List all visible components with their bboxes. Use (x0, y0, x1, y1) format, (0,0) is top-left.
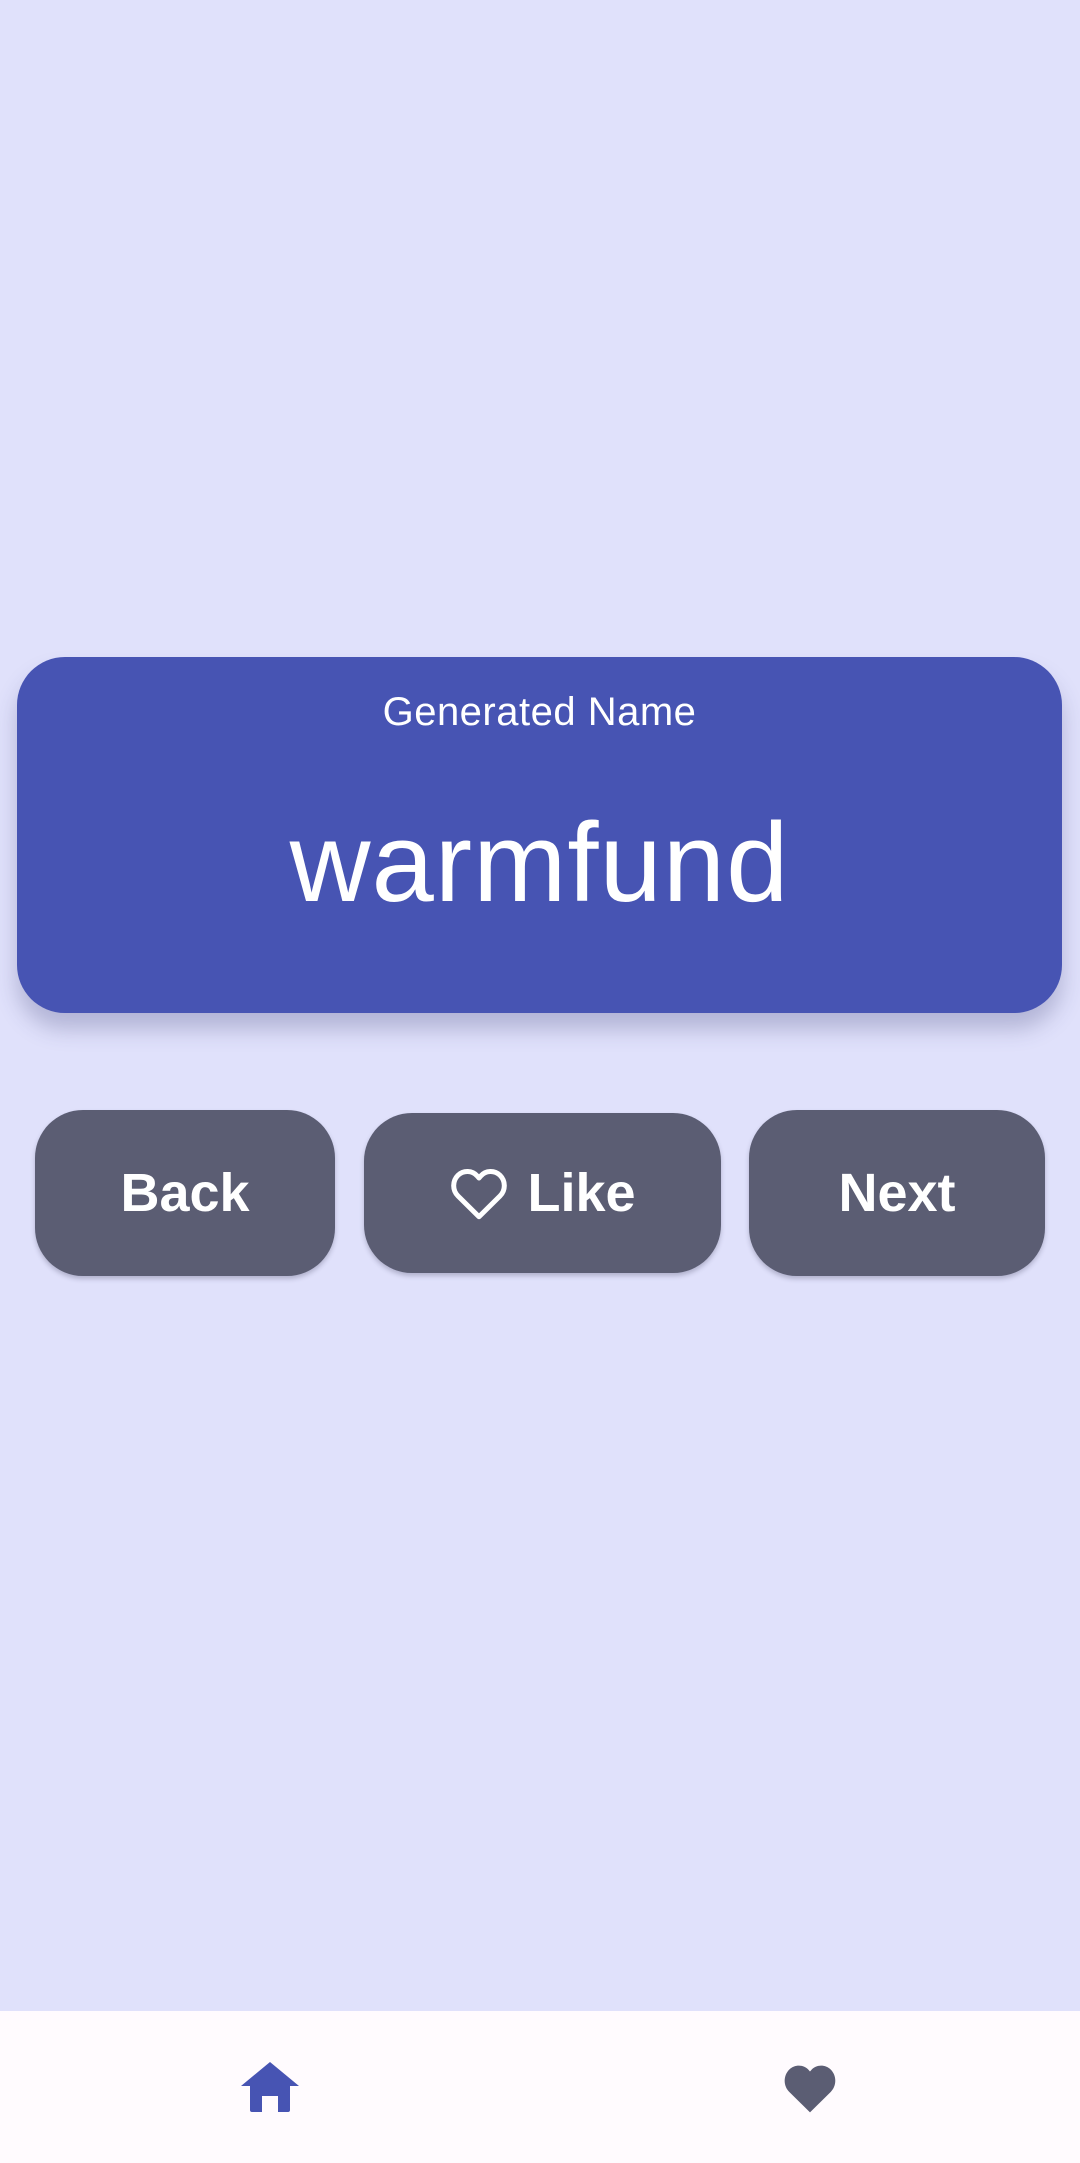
next-button-label: Next (838, 1163, 956, 1223)
nav-favorites[interactable] (540, 2011, 1080, 2163)
heart-outline-icon (449, 1165, 509, 1221)
generated-name-card: Generated Name warmfund (17, 657, 1062, 1013)
home-icon (241, 2062, 299, 2112)
nav-home[interactable] (0, 2011, 540, 2163)
like-button[interactable]: Like (364, 1113, 721, 1273)
heart-icon (781, 2060, 839, 2114)
bottom-navigation-bar (0, 2011, 1080, 2163)
back-button[interactable]: Back (35, 1110, 335, 1276)
next-button[interactable]: Next (749, 1110, 1045, 1276)
generated-name: warmfund (289, 800, 790, 925)
back-button-label: Back (120, 1163, 250, 1223)
like-button-label: Like (527, 1163, 636, 1223)
card-label: Generated Name (382, 690, 697, 734)
